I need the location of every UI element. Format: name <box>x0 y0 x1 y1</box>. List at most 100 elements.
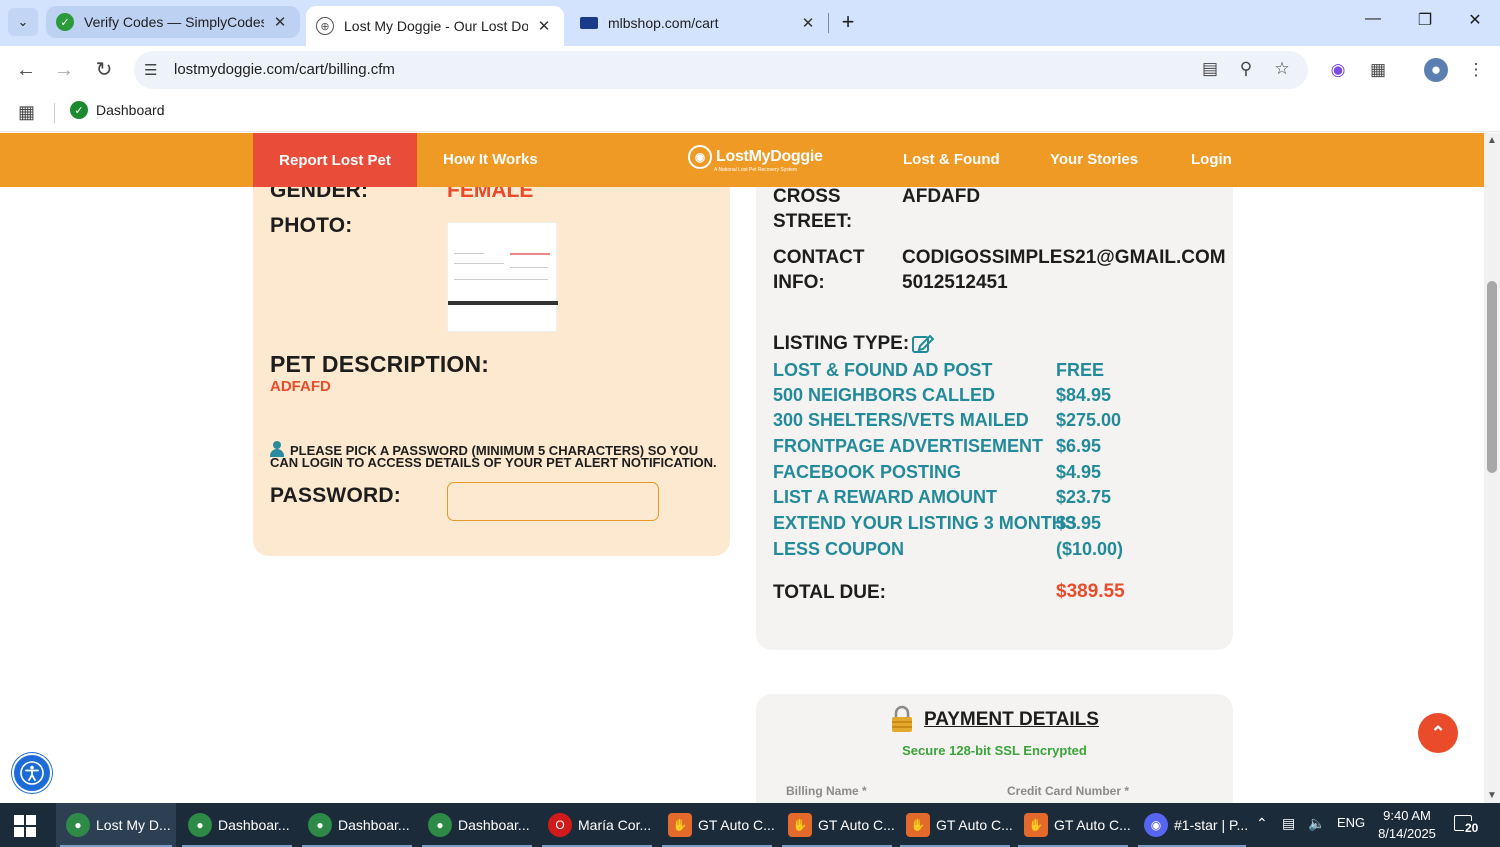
report-lost-pet-link[interactable]: Report Lost Pet <box>253 133 417 187</box>
listing-item-name: FACEBOOK POSTING <box>773 462 962 482</box>
zoom-icon[interactable]: ⚲ <box>1234 59 1258 79</box>
forward-icon[interactable]: → <box>50 56 78 84</box>
lock-icon <box>892 705 912 732</box>
network-icon[interactable]: ▤ <box>1282 815 1295 832</box>
browser-tabstrip: ⌄ ✓ Verify Codes — SimplyCodes ✕ ⊕ Lost … <box>0 0 1500 46</box>
tab-lostmydoggie[interactable]: ⊕ Lost My Doggie - Our Lost Dog ✕ <box>306 6 564 46</box>
windows-start-icon[interactable] <box>14 815 36 837</box>
reload-icon[interactable]: ↻ <box>90 56 118 84</box>
taskbar-app-gtauto[interactable]: ✋ GT Auto C... <box>778 803 896 847</box>
tray-chevron-up-icon[interactable]: ⌃ <box>1256 815 1268 832</box>
accessibility-button[interactable] <box>12 753 52 793</box>
close-tab-icon[interactable]: ✕ <box>270 13 290 31</box>
bookmark-star-icon[interactable]: ☆ <box>1270 59 1294 79</box>
edit-icon[interactable] <box>912 333 934 353</box>
translate-icon[interactable]: ▤ <box>1198 59 1222 79</box>
taskbar-app-label: Lost My D... <box>96 817 171 833</box>
bookmark-dashboard[interactable]: ✓ Dashboard <box>70 101 165 119</box>
taskbar-app-gtauto[interactable]: ✋ GT Auto C... <box>658 803 776 847</box>
taskbar-app-label: María Cor... <box>578 817 652 833</box>
restore-icon[interactable]: ❐ <box>1410 10 1440 30</box>
new-tab-button[interactable]: + <box>836 9 860 35</box>
listing-item-name: EXTEND YOUR LISTING 3 MONTHS <box>773 513 1077 533</box>
password-input[interactable] <box>447 482 659 521</box>
listing-item-name: 300 SHELTERS/VETS MAILED <box>773 410 1029 430</box>
total-due-value: $389.55 <box>1056 581 1125 602</box>
bookmarks-bar: ▦ ✓ Dashboard <box>0 94 1500 132</box>
taskbar-app-chrome[interactable]: ● Dashboar... <box>178 803 296 847</box>
extensions-puzzle-icon[interactable]: ▦ <box>1366 58 1390 82</box>
site-info-icon[interactable]: ☰ <box>144 61 157 79</box>
close-window-icon[interactable]: ✕ <box>1460 10 1490 30</box>
user-icon <box>270 441 284 457</box>
pet-description-label: PET DESCRIPTION: <box>270 351 490 377</box>
listing-item-price: $84.95 <box>1056 385 1112 405</box>
taskbar-app-gtauto[interactable]: ✋ GT Auto C... <box>896 803 1014 847</box>
taskbar-app-chrome[interactable]: ● Dashboar... <box>298 803 416 847</box>
kebab-menu-icon[interactable]: ⋮ <box>1464 58 1488 82</box>
taskbar-app-label: GT Auto C... <box>818 817 895 833</box>
scroll-down-arrow-icon[interactable]: ▼ <box>1487 790 1497 801</box>
clock-date: 8/14/2025 <box>1378 826 1436 841</box>
taskbar-app-chrome[interactable]: ● Lost My D... <box>56 803 176 847</box>
taskbar-app-chrome[interactable]: ● Dashboar... <box>418 803 536 847</box>
scroll-up-arrow-icon[interactable]: ▲ <box>1487 135 1497 146</box>
tab-simplycodes[interactable]: ✓ Verify Codes — SimplyCodes ✕ <box>46 6 300 38</box>
pet-photo-thumbnail[interactable] <box>447 222 558 332</box>
payment-details-title: PAYMENT DETAILS <box>924 709 1099 730</box>
scroll-thumb[interactable] <box>1487 281 1497 473</box>
apps-grid-icon[interactable]: ▦ <box>18 102 35 123</box>
close-tab-icon[interactable]: ✕ <box>534 17 554 35</box>
tab-mlbshop[interactable]: mlbshop.com/cart ✕ <box>570 5 828 40</box>
page-scrollbar[interactable]: ▲ ▼ <box>1484 133 1500 803</box>
address-bar[interactable]: ☰ lostmydoggie.com/cart/billing.cfm ▤ ⚲ … <box>134 51 1308 89</box>
system-clock[interactable]: 9:40 AM 8/14/2025 <box>1372 807 1442 843</box>
listing-item-price: $4.95 <box>1056 462 1102 482</box>
bookmark-label: Dashboard <box>96 102 165 118</box>
contact-info-label-2: INFO: <box>773 272 825 293</box>
password-note-text: PLEASE PICK A PASSWORD (MINIMUM 5 CHARAC… <box>270 443 717 470</box>
how-it-works-link[interactable]: How It Works <box>443 151 538 168</box>
close-tab-icon[interactable]: ✕ <box>798 14 818 32</box>
minimize-icon[interactable]: — <box>1358 10 1388 28</box>
volume-icon[interactable]: 🔈 <box>1308 815 1325 832</box>
login-link[interactable]: Login <box>1191 151 1232 168</box>
listing-item-name: FRONTPAGE ADVERTISEMENT <box>773 436 1044 456</box>
scroll-to-top-button[interactable]: ⌃ <box>1418 713 1458 753</box>
tab-search-button[interactable]: ⌄ <box>8 8 38 36</box>
hand-icon: ✋ <box>1024 813 1048 837</box>
taskbar-app-opera[interactable]: O María Cor... <box>538 803 656 847</box>
browser-toolbar: ← → ↻ ☰ lostmydoggie.com/cart/billing.cf… <box>0 46 1500 94</box>
chevron-up-icon: ⌃ <box>1430 722 1446 743</box>
back-icon[interactable]: ← <box>12 56 40 84</box>
profile-avatar-icon[interactable]: ● <box>1424 58 1448 82</box>
card-number-label: Credit Card Number * <box>1007 784 1130 798</box>
chrome-icon: ● <box>308 813 332 837</box>
chrome-icon: ● <box>428 813 452 837</box>
listing-item-name: 500 NEIGHBORS CALLED <box>773 385 996 405</box>
accessibility-icon <box>20 761 44 785</box>
language-indicator[interactable]: ENG <box>1337 815 1365 830</box>
taskbar-app-gtauto[interactable]: ✋ GT Auto C... <box>1014 803 1132 847</box>
notification-center-button[interactable]: 20 <box>1454 813 1484 837</box>
contact-info-label-1: CONTACT <box>773 247 865 268</box>
listing-item-price: $3.95 <box>1056 513 1102 533</box>
url-text[interactable]: lostmydoggie.com/cart/billing.cfm <box>174 61 395 78</box>
site-logo[interactable]: ◉ LostMyDoggie A National Lost Pet Recov… <box>688 145 823 173</box>
chevron-down-icon: ⌄ <box>17 14 29 29</box>
listing-item-price: ($10.00) <box>1056 539 1124 559</box>
extension-purple-icon[interactable]: ◉ <box>1326 58 1350 82</box>
password-note: PLEASE PICK A PASSWORD (MINIMUM 5 CHARAC… <box>270 441 720 469</box>
taskbar-app-discord[interactable]: ◉ #1-star | P... <box>1134 803 1250 847</box>
contact-phone: 5012512451 <box>902 272 1008 293</box>
billing-name-label: Billing Name * <box>786 784 867 798</box>
your-stories-link[interactable]: Your Stories <box>1050 151 1138 168</box>
simplycodes-icon: ✓ <box>56 13 74 31</box>
listing-item-price: $23.75 <box>1056 487 1112 507</box>
thumbnail-line <box>510 267 548 268</box>
cross-street-value: AFDAFD <box>902 186 981 207</box>
lost-found-link[interactable]: Lost & Found <box>903 151 1000 168</box>
tab-title: mlbshop.com/cart <box>608 14 719 31</box>
tab-title: Lost My Doggie - Our Lost Dog <box>344 18 528 34</box>
taskbar-app-label: GT Auto C... <box>1054 817 1131 833</box>
